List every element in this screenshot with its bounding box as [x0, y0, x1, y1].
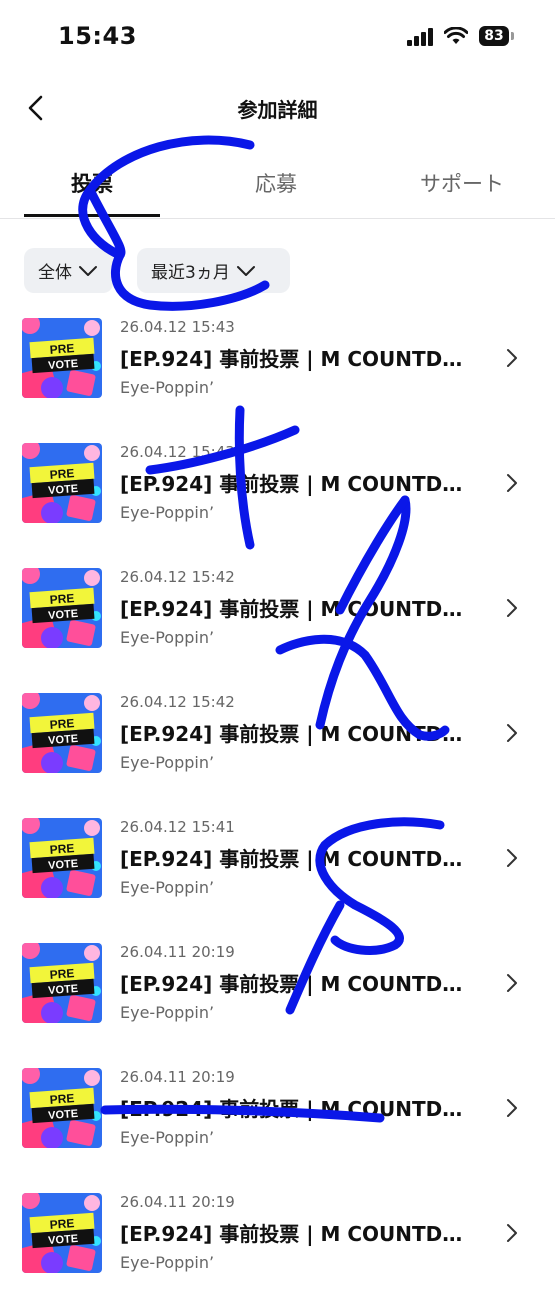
item-title: [EP.924] 事前投票 | M COUNTDOWN [120, 972, 465, 996]
pre-vote-thumbnail: PRE VOTE [22, 318, 102, 398]
item-date: 26.04.11 20:19 [120, 1193, 235, 1211]
chevron-down-icon [236, 265, 255, 276]
chevron-right-icon [507, 599, 517, 617]
thumbnail-vote-text: VOTE [48, 608, 79, 622]
item-date: 26.04.12 15:43 [120, 318, 235, 336]
tab-support[interactable]: サポート [392, 168, 532, 198]
list-item[interactable]: PRE VOTE 26.04.11 20:19 [EP.924] 事前投票 | … [0, 1066, 555, 1176]
item-artist: Eye-Poppin’ [120, 378, 215, 397]
pre-vote-thumbnail: PRE VOTE [22, 568, 102, 648]
list-item[interactable]: PRE VOTE 26.04.11 20:19 [EP.924] 事前投票 | … [0, 1191, 555, 1301]
thumbnail-pre-text: PRE [49, 466, 75, 482]
thumbnail-vote-text: VOTE [48, 1108, 79, 1122]
item-title: [EP.924] 事前投票 | M COUNTDOWN [120, 1222, 465, 1246]
pre-vote-thumbnail: PRE VOTE [22, 1068, 102, 1148]
item-title: [EP.924] 事前投票 | M COUNTDOWN [120, 1097, 465, 1121]
list-item[interactable]: PRE VOTE 26.04.12 15:42 [EP.924] 事前投票 | … [0, 566, 555, 676]
item-artist: Eye-Poppin’ [120, 878, 215, 897]
page-title: 参加詳細 [237, 98, 318, 122]
list-item[interactable]: PRE VOTE 26.04.12 15:42 [EP.924] 事前投票 | … [0, 691, 555, 801]
item-artist: Eye-Poppin’ [120, 628, 215, 647]
item-date: 26.04.12 15:42 [120, 693, 235, 711]
list-item[interactable]: PRE VOTE 26.04.12 15:43 [EP.924] 事前投票 | … [0, 316, 555, 426]
item-date: 26.04.12 15:42 [120, 568, 235, 586]
filter-period-dropdown[interactable]: 最近3ヵ月 [137, 248, 290, 293]
filter-category-dropdown[interactable]: 全体 [24, 248, 113, 293]
battery-tip-icon [511, 32, 514, 40]
thumbnail-vote-text: VOTE [48, 483, 79, 497]
chevron-right-icon [507, 349, 517, 367]
chevron-right-icon [507, 974, 517, 992]
thumbnail-pre-text: PRE [49, 841, 75, 857]
top-navigation-bar: 参加詳細 [0, 80, 555, 136]
item-artist: Eye-Poppin’ [120, 753, 215, 772]
chevron-right-icon [507, 724, 517, 742]
item-title: [EP.924] 事前投票 | M COUNTDOWN [120, 722, 465, 746]
thumbnail-vote-text: VOTE [48, 858, 79, 872]
item-artist: Eye-Poppin’ [120, 1128, 215, 1147]
item-title: [EP.924] 事前投票 | M COUNTDOWN [120, 347, 465, 371]
wifi-icon [444, 27, 468, 44]
item-date: 26.04.11 20:19 [120, 1068, 235, 1086]
filter-category-label: 全体 [38, 263, 72, 283]
item-date: 26.04.12 15:43 [120, 443, 235, 461]
item-title: [EP.924] 事前投票 | M COUNTDOWN [120, 847, 465, 871]
thumbnail-vote-text: VOTE [48, 733, 79, 747]
chevron-right-icon [507, 849, 517, 867]
thumbnail-pre-text: PRE [49, 966, 75, 982]
thumbnail-vote-text: VOTE [48, 983, 79, 997]
battery-indicator: 83 [479, 26, 509, 46]
status-time: 15:43 [58, 22, 137, 50]
item-title: [EP.924] 事前投票 | M COUNTDOWN [120, 597, 465, 621]
item-date: 26.04.12 15:41 [120, 818, 235, 836]
thumbnail-pre-text: PRE [49, 716, 75, 732]
tab-vote[interactable]: 投票 [24, 168, 160, 198]
thumbnail-pre-text: PRE [49, 1216, 75, 1232]
list-item[interactable]: PRE VOTE 26.04.12 15:43 [EP.924] 事前投票 | … [0, 441, 555, 551]
thumbnail-pre-text: PRE [49, 341, 75, 357]
thumbnail-pre-text: PRE [49, 591, 75, 607]
list-item[interactable]: PRE VOTE 26.04.11 20:19 [EP.924] 事前投票 | … [0, 941, 555, 1051]
pre-vote-thumbnail: PRE VOTE [22, 818, 102, 898]
chevron-down-icon [79, 265, 97, 276]
chevron-right-icon [507, 1224, 517, 1242]
item-artist: Eye-Poppin’ [120, 1253, 215, 1272]
item-title: [EP.924] 事前投票 | M COUNTDOWN [120, 472, 465, 496]
pre-vote-thumbnail: PRE VOTE [22, 943, 102, 1023]
thumbnail-pre-text: PRE [49, 1091, 75, 1107]
tab-bar: 投票 応募 サポート [0, 156, 555, 219]
item-artist: Eye-Poppin’ [120, 1003, 215, 1022]
tab-apply[interactable]: 応募 [208, 168, 344, 198]
item-date: 26.04.11 20:19 [120, 943, 235, 961]
chevron-right-icon [507, 474, 517, 492]
filter-period-label: 最近3ヵ月 [151, 263, 230, 283]
thumbnail-vote-text: VOTE [48, 1233, 79, 1247]
thumbnail-vote-text: VOTE [48, 358, 79, 372]
pre-vote-thumbnail: PRE VOTE [22, 1193, 102, 1273]
item-artist: Eye-Poppin’ [120, 503, 215, 522]
cellular-signal-icon [407, 28, 433, 46]
status-bar: 15:43 83 [0, 0, 555, 70]
pre-vote-thumbnail: PRE VOTE [22, 443, 102, 523]
chevron-right-icon [507, 1099, 517, 1117]
pre-vote-thumbnail: PRE VOTE [22, 693, 102, 773]
active-tab-indicator [24, 214, 160, 217]
list-item[interactable]: PRE VOTE 26.04.12 15:41 [EP.924] 事前投票 | … [0, 816, 555, 926]
